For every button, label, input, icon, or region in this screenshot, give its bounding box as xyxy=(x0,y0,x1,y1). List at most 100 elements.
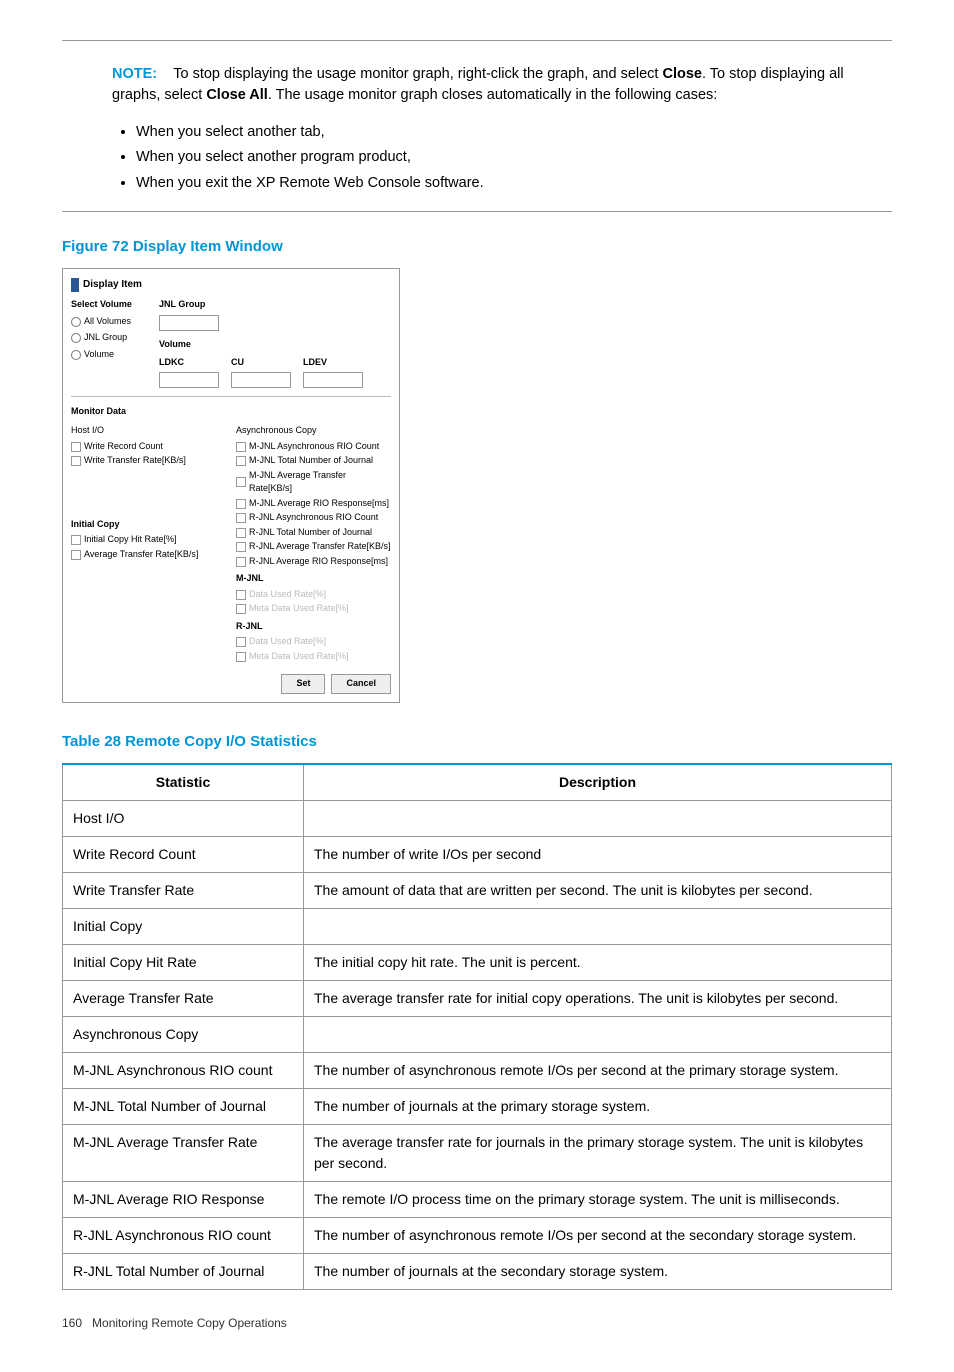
dialog-title-text: Display Item xyxy=(83,277,142,292)
set-button[interactable]: Set xyxy=(281,674,325,694)
wtr-text: Write Transfer Rate[KB/s] xyxy=(84,454,186,468)
mjnl-label: M-JNL xyxy=(236,572,391,586)
stat-cell: Write Record Count xyxy=(63,837,304,873)
a7-text: R-JNL Average Transfer Rate[KB/s] xyxy=(249,540,391,554)
a4-text: M-JNL Average RIO Response[ms] xyxy=(249,497,389,511)
a5-text: R-JNL Asynchronous RIO Count xyxy=(249,511,378,525)
close-word: Close xyxy=(662,66,702,82)
stats-table: Statistic Description Host I/OWrite Reco… xyxy=(62,763,892,1290)
volume-text: Volume xyxy=(84,348,114,362)
cu-input[interactable] xyxy=(231,372,291,388)
write-transfer-rate-check[interactable]: Write Transfer Rate[KB/s] xyxy=(71,454,226,468)
desc-cell: The number of asynchronous remote I/Os p… xyxy=(304,1218,892,1254)
table-row: M-JNL Total Number of JournalThe number … xyxy=(63,1089,892,1125)
rjnl-mdur-text: Meta Data Used Rate[%] xyxy=(249,650,349,664)
cancel-button[interactable]: Cancel xyxy=(331,674,391,694)
mjnl-mdur-text: Meta Data Used Rate[%] xyxy=(249,602,349,616)
a8-text: R-JNL Average RIO Response[ms] xyxy=(249,555,388,569)
note-intro-c: . The usage monitor graph closes automat… xyxy=(268,87,717,103)
chapter-title: Monitoring Remote Copy Operations xyxy=(92,1316,287,1330)
a1-text: M-JNL Asynchronous RIO Count xyxy=(249,440,379,454)
mjnl-data-used-check: Data Used Rate[%] xyxy=(236,588,391,602)
table-row: Write Record CountThe number of write I/… xyxy=(63,837,892,873)
volume-radio[interactable]: Volume xyxy=(71,348,151,362)
ichr-text: Initial Copy Hit Rate[%] xyxy=(84,533,177,547)
desc-cell: The number of asynchronous remote I/Os p… xyxy=(304,1053,892,1089)
titlebar-icon xyxy=(71,278,79,292)
desc-cell xyxy=(304,1017,892,1053)
all-volumes-radio[interactable]: All Volumes xyxy=(71,315,151,329)
table-row: M-JNL Average RIO ResponseThe remote I/O… xyxy=(63,1182,892,1218)
atr-text: Average Transfer Rate[KB/s] xyxy=(84,548,198,562)
jnl-group-input[interactable] xyxy=(159,315,219,331)
a3-text: M-JNL Average Transfer Rate[KB/s] xyxy=(249,469,391,496)
col-statistic: Statistic xyxy=(63,764,304,801)
monitor-data-label: Monitor Data xyxy=(71,405,391,419)
avg-transfer-rate-check[interactable]: Average Transfer Rate[KB/s] xyxy=(71,548,226,562)
stat-cell: M-JNL Average RIO Response xyxy=(63,1182,304,1218)
rjnl-avg-transfer-check[interactable]: R-JNL Average Transfer Rate[KB/s] xyxy=(236,540,391,554)
desc-cell: The amount of data that are written per … xyxy=(304,873,892,909)
mjnl-avg-transfer-check[interactable]: M-JNL Average Transfer Rate[KB/s] xyxy=(236,469,391,496)
rjnl-total-journal-check[interactable]: R-JNL Total Number of Journal xyxy=(236,526,391,540)
jnl-group-radio[interactable]: JNL Group xyxy=(71,331,151,345)
table-row: Write Transfer RateThe amount of data th… xyxy=(63,873,892,909)
wrc-text: Write Record Count xyxy=(84,440,163,454)
stat-cell: R-JNL Asynchronous RIO count xyxy=(63,1218,304,1254)
stat-cell: Initial Copy xyxy=(63,909,304,945)
ldev-input[interactable] xyxy=(303,372,363,388)
host-io-label: Host I/O xyxy=(71,424,226,438)
mjnl-async-rio-check[interactable]: M-JNL Asynchronous RIO Count xyxy=(236,440,391,454)
note-text: NOTE: To stop displaying the usage monit… xyxy=(112,64,892,108)
table-row: Initial Copy xyxy=(63,909,892,945)
mjnl-dur-text: Data Used Rate[%] xyxy=(249,588,326,602)
a2-text: M-JNL Total Number of Journal xyxy=(249,454,373,468)
write-record-count-check[interactable]: Write Record Count xyxy=(71,440,226,454)
table-row: R-JNL Total Number of JournalThe number … xyxy=(63,1254,892,1290)
note-item: When you select another program product, xyxy=(136,147,892,169)
desc-cell: The number of journals at the secondary … xyxy=(304,1254,892,1290)
async-copy-label: Asynchronous Copy xyxy=(236,424,391,438)
stat-cell: M-JNL Asynchronous RIO count xyxy=(63,1053,304,1089)
stat-cell: M-JNL Average Transfer Rate xyxy=(63,1125,304,1182)
mjnl-avg-rio-resp-check[interactable]: M-JNL Average RIO Response[ms] xyxy=(236,497,391,511)
desc-cell: The average transfer rate for initial co… xyxy=(304,981,892,1017)
table-title: Table 28 Remote Copy I/O Statistics xyxy=(62,731,892,754)
stat-cell: Write Transfer Rate xyxy=(63,873,304,909)
rjnl-avg-rio-resp-check[interactable]: R-JNL Average RIO Response[ms] xyxy=(236,555,391,569)
figure-title: Figure 72 Display Item Window xyxy=(62,236,892,259)
stat-cell: Asynchronous Copy xyxy=(63,1017,304,1053)
ldev-label: LDEV xyxy=(303,356,363,370)
rjnl-data-used-check: Data Used Rate[%] xyxy=(236,635,391,649)
note-block: NOTE: To stop displaying the usage monit… xyxy=(62,40,892,212)
stat-cell: Host I/O xyxy=(63,801,304,837)
page-footer: 160 Monitoring Remote Copy Operations xyxy=(62,1314,892,1332)
note-item: When you exit the XP Remote Web Console … xyxy=(136,173,892,195)
table-row: M-JNL Average Transfer RateThe average t… xyxy=(63,1125,892,1182)
stat-cell: R-JNL Total Number of Journal xyxy=(63,1254,304,1290)
table-row: Initial Copy Hit RateThe initial copy hi… xyxy=(63,945,892,981)
table-row: M-JNL Asynchronous RIO countThe number o… xyxy=(63,1053,892,1089)
stat-cell: Initial Copy Hit Rate xyxy=(63,945,304,981)
desc-cell: The number of journals at the primary st… xyxy=(304,1089,892,1125)
volume-field-label: Volume xyxy=(159,338,363,352)
mjnl-total-journal-check[interactable]: M-JNL Total Number of Journal xyxy=(236,454,391,468)
display-item-dialog: Display Item Select Volume All Volumes J… xyxy=(62,268,400,703)
ldkc-input[interactable] xyxy=(159,372,219,388)
note-label: NOTE: xyxy=(112,66,157,82)
a6-text: R-JNL Total Number of Journal xyxy=(249,526,372,540)
rjnl-async-rio-check[interactable]: R-JNL Asynchronous RIO Count xyxy=(236,511,391,525)
table-row: Host I/O xyxy=(63,801,892,837)
cu-label: CU xyxy=(231,356,291,370)
rjnl-label: R-JNL xyxy=(236,620,391,634)
desc-cell: The initial copy hit rate. The unit is p… xyxy=(304,945,892,981)
note-item: When you select another tab, xyxy=(136,122,892,144)
initial-copy-label: Initial Copy xyxy=(71,518,226,532)
desc-cell xyxy=(304,909,892,945)
initial-copy-hit-rate-check[interactable]: Initial Copy Hit Rate[%] xyxy=(71,533,226,547)
dialog-titlebar: Display Item xyxy=(71,277,391,298)
table-row: Average Transfer RateThe average transfe… xyxy=(63,981,892,1017)
rjnl-dur-text: Data Used Rate[%] xyxy=(249,635,326,649)
desc-cell: The number of write I/Os per second xyxy=(304,837,892,873)
note-list: When you select another tab, When you se… xyxy=(136,122,892,195)
